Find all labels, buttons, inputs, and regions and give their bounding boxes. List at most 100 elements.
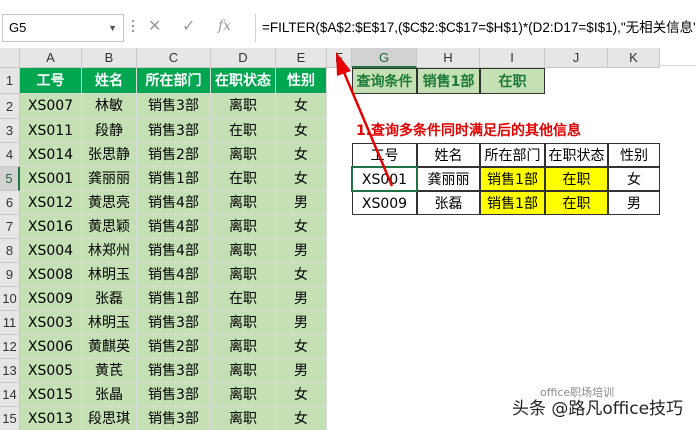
insert-function-icon[interactable]: fx: [218, 18, 231, 34]
table-cell[interactable]: 张思静: [82, 143, 137, 167]
result-cell[interactable]: 在职: [545, 191, 608, 215]
cancel-icon[interactable]: ✕: [148, 16, 161, 35]
table-cell[interactable]: 销售4部: [137, 263, 211, 287]
table-cell[interactable]: 离职: [211, 383, 276, 407]
result-cell[interactable]: 销售1部: [480, 191, 545, 215]
table-header-cell[interactable]: 在职状态: [211, 68, 276, 94]
row-header-5[interactable]: 5: [0, 167, 20, 191]
table-cell[interactable]: 女: [276, 407, 327, 430]
result-cell[interactable]: 女: [608, 167, 660, 191]
result-header-cell[interactable]: 姓名: [417, 143, 480, 167]
result-header-cell[interactable]: 工号: [352, 143, 417, 167]
column-header-e[interactable]: E: [276, 48, 327, 68]
column-header-i[interactable]: I: [480, 48, 545, 68]
table-cell[interactable]: 林明玉: [82, 311, 137, 335]
column-header-b[interactable]: B: [82, 48, 137, 68]
table-cell[interactable]: 在职: [211, 119, 276, 143]
table-cell[interactable]: 黄麒英: [82, 335, 137, 359]
column-header-a[interactable]: A: [20, 48, 82, 68]
select-all-corner[interactable]: [0, 48, 20, 68]
column-header-g[interactable]: G: [352, 48, 417, 68]
table-cell[interactable]: XS001: [20, 167, 82, 191]
table-cell[interactable]: XS016: [20, 215, 82, 239]
row-header-11[interactable]: 11: [0, 311, 20, 335]
table-cell[interactable]: 在职: [211, 287, 276, 311]
table-cell[interactable]: 男: [276, 359, 327, 383]
table-cell[interactable]: 林郑州: [82, 239, 137, 263]
result-cell[interactable]: 销售1部: [480, 167, 545, 191]
row-header-3[interactable]: 3: [0, 119, 20, 143]
table-cell[interactable]: XS011: [20, 119, 82, 143]
result-header-cell[interactable]: 在职状态: [545, 143, 608, 167]
table-cell[interactable]: 张晶: [82, 383, 137, 407]
table-cell[interactable]: 女: [276, 335, 327, 359]
table-cell[interactable]: 离职: [211, 407, 276, 430]
result-cell[interactable]: 在职: [545, 167, 608, 191]
result-header-cell[interactable]: 性别: [608, 143, 660, 167]
table-cell[interactable]: 女: [276, 143, 327, 167]
column-header-k[interactable]: K: [608, 48, 660, 68]
table-cell[interactable]: 销售3部: [137, 383, 211, 407]
table-cell[interactable]: 离职: [211, 94, 276, 119]
table-header-cell[interactable]: 所在部门: [137, 68, 211, 94]
table-cell[interactable]: XS006: [20, 335, 82, 359]
table-cell[interactable]: 女: [276, 263, 327, 287]
row-header-9[interactable]: 9: [0, 263, 20, 287]
row-header-1[interactable]: 1: [0, 68, 20, 94]
table-cell[interactable]: 离职: [211, 239, 276, 263]
column-header-h[interactable]: H: [417, 48, 480, 68]
table-cell[interactable]: XS009: [20, 287, 82, 311]
condition-status-cell[interactable]: 在职: [480, 68, 545, 94]
column-header-c[interactable]: C: [137, 48, 211, 68]
row-header-2[interactable]: 2: [0, 94, 20, 119]
row-header-13[interactable]: 13: [0, 359, 20, 383]
table-cell[interactable]: 在职: [211, 167, 276, 191]
table-cell[interactable]: 离职: [211, 335, 276, 359]
table-cell[interactable]: 林敏: [82, 94, 137, 119]
table-cell[interactable]: 黄思颖: [82, 215, 137, 239]
table-header-cell[interactable]: 性别: [276, 68, 327, 94]
column-header-j[interactable]: J: [545, 48, 608, 68]
result-cell[interactable]: 张磊: [417, 191, 480, 215]
table-cell[interactable]: XS003: [20, 311, 82, 335]
table-cell[interactable]: 男: [276, 311, 327, 335]
table-cell[interactable]: XS015: [20, 383, 82, 407]
table-cell[interactable]: 段思琪: [82, 407, 137, 430]
column-header-f[interactable]: F: [327, 48, 352, 68]
table-cell[interactable]: 段静: [82, 119, 137, 143]
row-header-12[interactable]: 12: [0, 335, 20, 359]
column-header-d[interactable]: D: [211, 48, 276, 68]
row-header-7[interactable]: 7: [0, 215, 20, 239]
table-cell[interactable]: XS007: [20, 94, 82, 119]
table-cell[interactable]: 销售3部: [137, 359, 211, 383]
table-cell[interactable]: 离职: [211, 263, 276, 287]
table-cell[interactable]: 女: [276, 167, 327, 191]
condition-dept-cell[interactable]: 销售1部: [417, 68, 480, 94]
table-cell[interactable]: 离职: [211, 311, 276, 335]
table-cell[interactable]: 销售4部: [137, 191, 211, 215]
result-cell[interactable]: 龚丽丽: [417, 167, 480, 191]
name-box[interactable]: G5 ▼: [2, 14, 124, 42]
confirm-icon[interactable]: ✓: [182, 16, 195, 35]
table-cell[interactable]: 黄思亮: [82, 191, 137, 215]
table-cell[interactable]: 男: [276, 287, 327, 311]
row-header-10[interactable]: 10: [0, 287, 20, 311]
table-cell[interactable]: 男: [276, 239, 327, 263]
table-cell[interactable]: XS004: [20, 239, 82, 263]
table-cell[interactable]: XS013: [20, 407, 82, 430]
table-header-cell[interactable]: 工号: [20, 68, 82, 94]
table-cell[interactable]: XS008: [20, 263, 82, 287]
table-cell[interactable]: 离职: [211, 191, 276, 215]
table-cell[interactable]: 黄芪: [82, 359, 137, 383]
condition-label-cell[interactable]: 查询条件: [352, 68, 417, 94]
table-cell[interactable]: 销售4部: [137, 215, 211, 239]
table-cell[interactable]: 销售3部: [137, 311, 211, 335]
table-cell[interactable]: 女: [276, 215, 327, 239]
table-cell[interactable]: XS012: [20, 191, 82, 215]
table-cell[interactable]: 女: [276, 94, 327, 119]
table-cell[interactable]: 张磊: [82, 287, 137, 311]
table-cell[interactable]: 销售3部: [137, 407, 211, 430]
row-header-6[interactable]: 6: [0, 191, 20, 215]
table-cell[interactable]: 林明玉: [82, 263, 137, 287]
table-cell[interactable]: XS005: [20, 359, 82, 383]
